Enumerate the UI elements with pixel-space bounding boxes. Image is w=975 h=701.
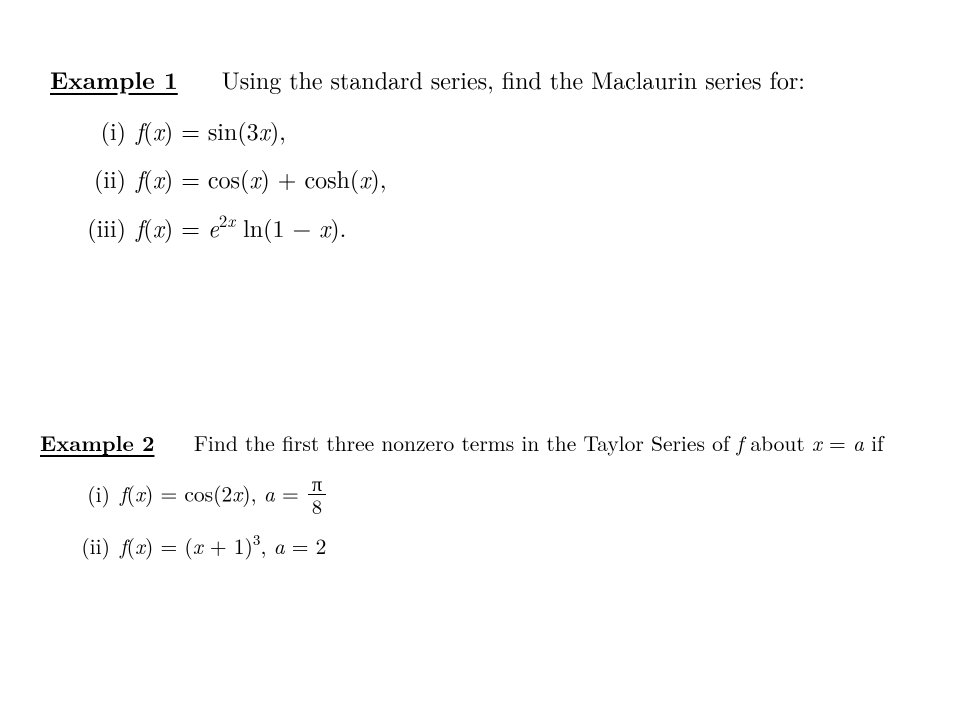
intro-d: if (864, 428, 884, 458)
example-2-item-i: (i) f(x) = cos(2x), a = π8 (60, 474, 925, 520)
example-1-items: (i) f(x) = sin(3x), (ii) f(x) = cos(x) +… (70, 113, 925, 244)
vertical-gap (50, 258, 925, 428)
item-number: (ii) (60, 531, 110, 561)
item-number: (i) (70, 113, 126, 147)
intro-a2: a (853, 428, 864, 458)
item-expression: f(x) = e22xx ln(1 − x). (136, 209, 346, 244)
example-2-block: Example 2 Find the first three nonzero t… (40, 428, 925, 561)
example-1-intro: Using the standard series, find the Macl… (222, 62, 805, 96)
example-1-item-iii: (iii) f(x) = e22xx ln(1 − x). (70, 209, 925, 244)
item-number: (iii) (70, 210, 126, 244)
example-2-header: Example 2 Find the first three nonzero t… (40, 428, 925, 458)
example-1-header: Example 1 Using the standard series, fin… (50, 62, 925, 97)
example-2-intro-a: Find the first three nonzero terms in th… (194, 428, 737, 458)
example-1-label: Example 1 (50, 63, 178, 97)
item-expression: f(x) = sin(3x), (136, 113, 286, 147)
item-expression: f(x) = (x + 1)3, a = 2 (120, 530, 326, 561)
fraction: π8 (308, 472, 326, 518)
intro-x: x (812, 428, 822, 458)
item-expression: f(x) = cos(x) + cosh(x), (136, 161, 386, 195)
page-content: Example 1 Using the standard series, fin… (0, 0, 975, 561)
item-number: (ii) (70, 161, 126, 195)
item-number: (i) (60, 479, 110, 509)
intro-b: about (743, 428, 812, 458)
example-1-item-i: (i) f(x) = sin(3x), (70, 113, 925, 147)
example-1-item-ii: (ii) f(x) = cos(x) + cosh(x), (70, 161, 925, 195)
item-expression: f(x) = cos(2x), a = π8 (120, 474, 328, 520)
example-2-item-ii: (ii) f(x) = (x + 1)3, a = 2 (60, 530, 925, 561)
example-2-label: Example 2 (40, 428, 154, 458)
intro-c: = (822, 428, 853, 458)
example-2-items: (i) f(x) = cos(2x), a = π8 (ii) f(x) = (… (60, 474, 925, 561)
